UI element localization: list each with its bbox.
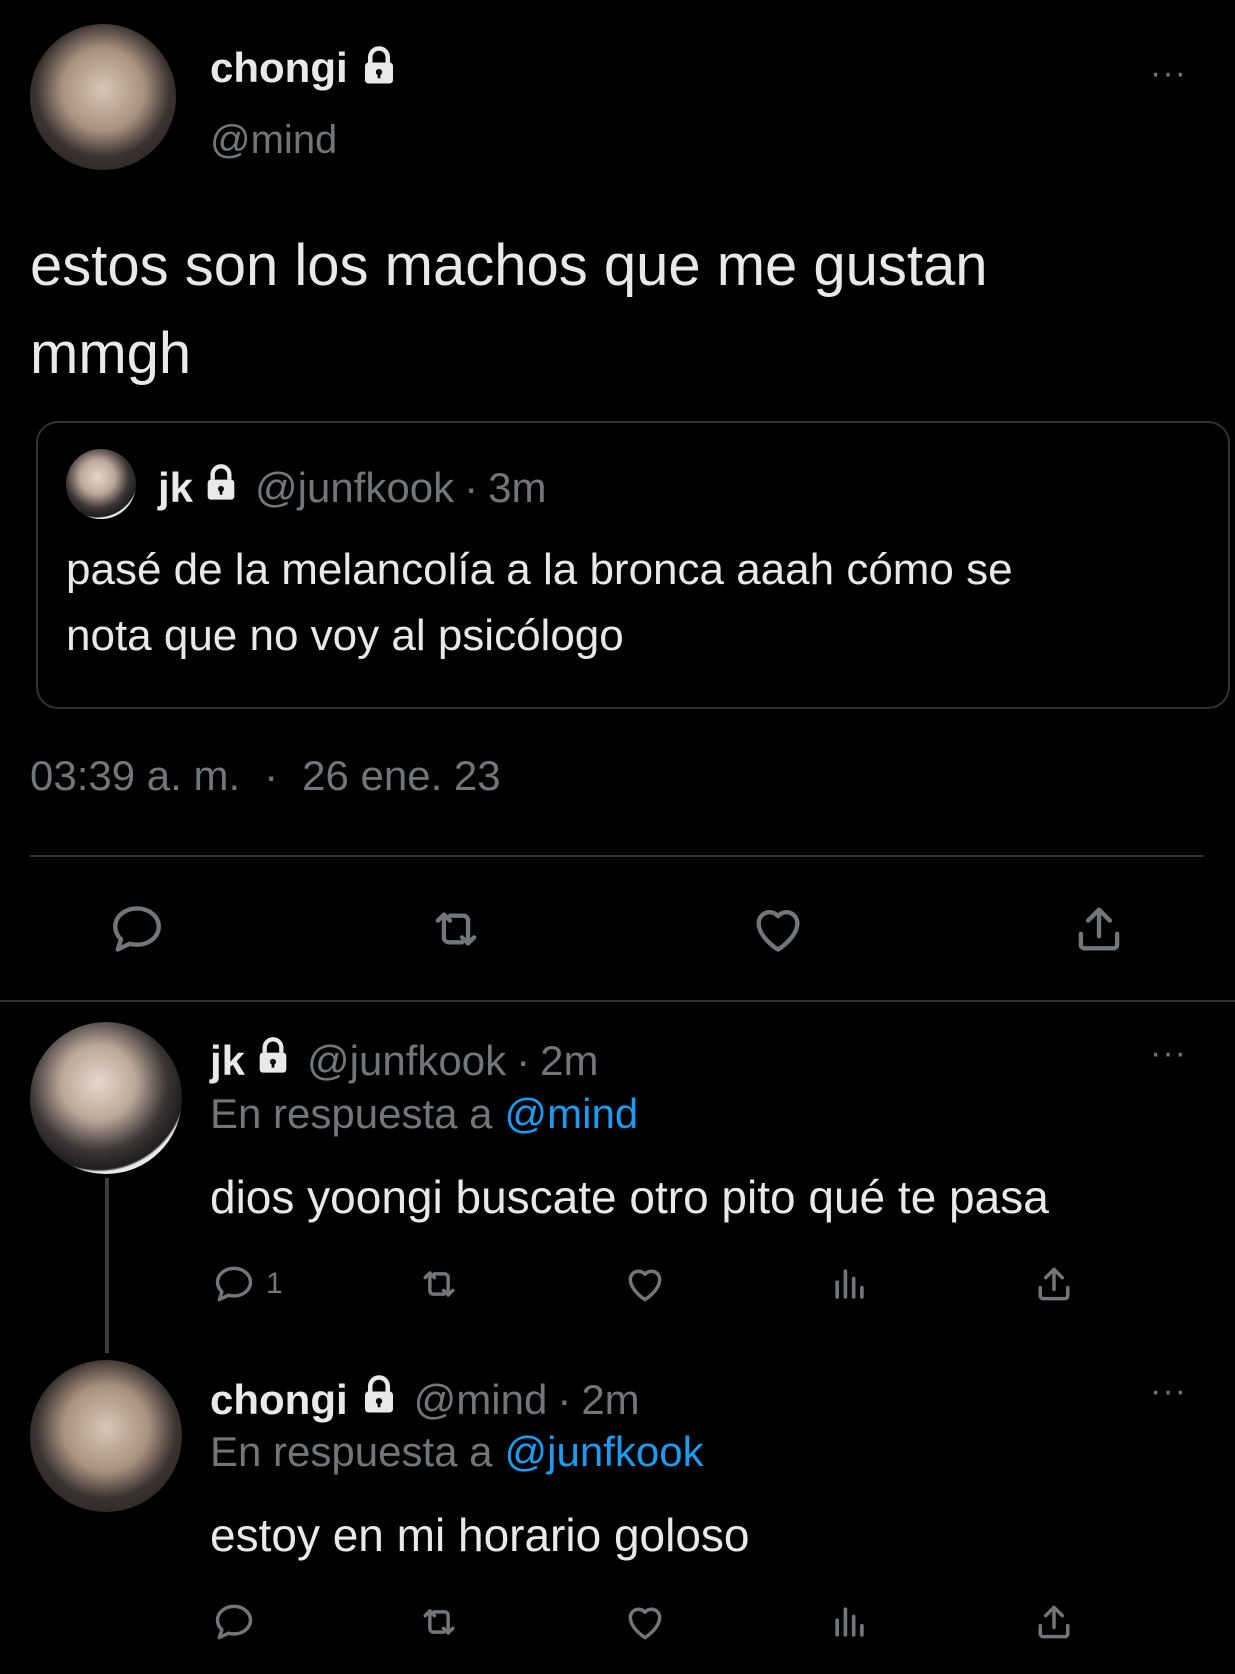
reply2-text: estoy en mi horario goloso bbox=[210, 1509, 750, 1561]
reply1-more-options-icon[interactable]: ··· bbox=[1150, 1036, 1187, 1070]
like-button[interactable] bbox=[748, 900, 808, 958]
reply1-author-row: jk @junfkook · 2m bbox=[210, 1036, 598, 1086]
reply2-separator: · bbox=[557, 1376, 572, 1423]
display-name[interactable]: chongi bbox=[210, 44, 348, 92]
reply1-mention-link[interactable]: @mind bbox=[505, 1090, 639, 1138]
like-icon bbox=[628, 1607, 662, 1640]
reply2-context-prefix: En respuesta a bbox=[210, 1428, 493, 1475]
reply1-time[interactable]: 2m bbox=[540, 1037, 598, 1085]
reply-icon bbox=[215, 1604, 253, 1640]
quoted-avatar bbox=[66, 449, 136, 519]
reply1-reply-count: 1 bbox=[266, 1267, 283, 1300]
retweet-button[interactable] bbox=[424, 900, 488, 958]
reply1-retweet-button[interactable] bbox=[414, 1262, 464, 1306]
reply2-author-row: chongi @mind · 2m bbox=[210, 1374, 640, 1426]
reply1-context: En respuesta a @mind bbox=[210, 1090, 638, 1138]
like-icon bbox=[628, 1269, 662, 1302]
reply2-display-name[interactable]: chongi bbox=[210, 1376, 348, 1424]
reply2-like-button[interactable] bbox=[622, 1600, 668, 1644]
like-icon bbox=[756, 910, 800, 952]
lock-icon bbox=[358, 1374, 400, 1426]
author-row: chongi bbox=[210, 44, 400, 92]
retweet-icon bbox=[435, 912, 477, 946]
avatar-chongi[interactable] bbox=[30, 24, 176, 170]
avatar-chongi[interactable] bbox=[30, 1360, 182, 1512]
reply2-more-options-icon[interactable]: ··· bbox=[1150, 1374, 1187, 1408]
quoted-text-line2: nota que no voy al psicólogo bbox=[66, 611, 624, 660]
reply2-handle[interactable]: @mind bbox=[414, 1376, 548, 1424]
divider bbox=[30, 855, 1204, 857]
quoted-author-row: jk @junfkook · 3m bbox=[158, 463, 546, 513]
reply1-like-button[interactable] bbox=[622, 1262, 668, 1306]
tweet-timestamp: 03:39 a. m. · 26 ene. 23 bbox=[30, 752, 501, 800]
tweet-text: estos son los machos que me gustan mmgh bbox=[30, 222, 988, 398]
reply1-text: dios yoongi buscate otro pito qué te pas… bbox=[210, 1171, 1049, 1223]
thread-line bbox=[105, 1178, 109, 1353]
lock-icon bbox=[201, 463, 241, 513]
views-icon bbox=[835, 1269, 864, 1299]
reply1-views-button[interactable] bbox=[828, 1262, 872, 1306]
tweet-text-line1: estos son los machos que me gustan bbox=[30, 233, 988, 298]
tweet-date[interactable]: 26 ene. 23 bbox=[302, 752, 501, 800]
quoted-display-name: jk bbox=[158, 464, 194, 511]
reply1-reply-button[interactable]: 1 bbox=[212, 1262, 283, 1306]
quoted-handle: @junfkook bbox=[255, 464, 455, 511]
retweet-icon bbox=[423, 1609, 455, 1635]
share-icon bbox=[1078, 907, 1120, 951]
reply2-views-button[interactable] bbox=[828, 1600, 872, 1644]
quoted-time: 3m bbox=[488, 464, 547, 511]
reply1-context-prefix: En respuesta a bbox=[210, 1090, 493, 1137]
lock-icon bbox=[253, 1036, 293, 1086]
reply1-share-button[interactable] bbox=[1032, 1262, 1076, 1306]
quoted-separator: · bbox=[464, 464, 479, 511]
reply1-handle[interactable]: @junfkook bbox=[307, 1037, 506, 1085]
handle[interactable]: @mind bbox=[210, 118, 337, 163]
reply-icon bbox=[215, 1266, 253, 1302]
reply2-reply-button[interactable] bbox=[212, 1600, 256, 1644]
share-button[interactable] bbox=[1070, 900, 1128, 958]
tweet-time[interactable]: 03:39 a. m. bbox=[30, 752, 240, 800]
timestamp-separator: · bbox=[264, 752, 279, 799]
quoted-text-line1: pasé de la melancolía a la bronca aaah c… bbox=[66, 545, 1013, 594]
reply1-separator: · bbox=[516, 1037, 531, 1084]
reply-button[interactable] bbox=[108, 900, 166, 958]
reply-icon bbox=[113, 906, 161, 952]
reply2-context: En respuesta a @junfkook bbox=[210, 1428, 704, 1476]
reply2-share-button[interactable] bbox=[1032, 1600, 1076, 1644]
tweet-text-line2: mmgh bbox=[30, 321, 192, 386]
retweet-icon bbox=[423, 1271, 455, 1297]
lock-icon bbox=[358, 45, 400, 92]
quoted-tweet[interactable]: jk @junfkook · 3m pasé de la melancolía … bbox=[36, 421, 1230, 709]
avatar-jk[interactable] bbox=[30, 1022, 182, 1174]
more-options-icon[interactable]: ··· bbox=[1150, 56, 1187, 90]
quoted-text: pasé de la melancolía a la bronca aaah c… bbox=[66, 537, 1013, 669]
share-icon bbox=[1038, 1267, 1070, 1301]
reply2-mention-link[interactable]: @junfkook bbox=[505, 1428, 704, 1476]
reply1-display-name[interactable]: jk bbox=[210, 1037, 245, 1085]
share-icon bbox=[1038, 1605, 1070, 1639]
reply2-time[interactable]: 2m bbox=[581, 1376, 639, 1424]
views-icon bbox=[835, 1607, 864, 1637]
reply2-retweet-button[interactable] bbox=[414, 1600, 464, 1644]
section-divider bbox=[0, 1000, 1235, 1002]
